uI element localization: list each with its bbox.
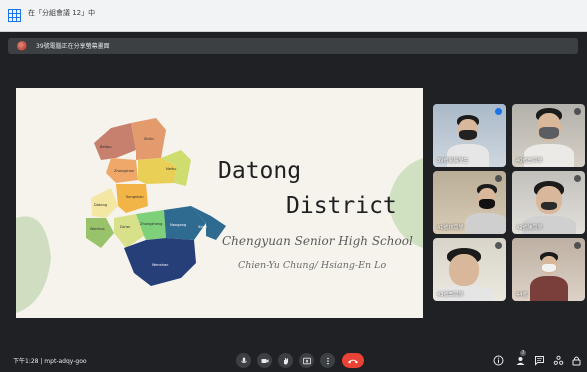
more-options-icon (326, 357, 329, 364)
district-label-xinyi: Xinyi (198, 225, 207, 229)
meeting-control-bar: 下午1:28 | mpt-adqy-goo 7 (0, 340, 587, 372)
shared-slide: Beitou Shilin Zhongshan Neihu Datong Son… (16, 88, 423, 318)
participant-tile[interactable]: 39號電腦學生 (433, 104, 506, 167)
participant-name: 41號林同學 (437, 225, 464, 231)
tab-bar: 在「分組會議 12」中 (0, 0, 587, 32)
district-label-nangang: Nangang (170, 223, 186, 227)
mic-off-icon (574, 108, 581, 115)
slide-school-name: Chengyuan Senior High School (222, 234, 413, 248)
participant-name: 42號陳同學 (516, 225, 543, 231)
mic-off-icon (574, 242, 581, 249)
participant-tile[interactable]: 43號李同學 (433, 238, 506, 301)
camera-button[interactable] (257, 353, 272, 368)
district-label-datong: Datong (94, 203, 107, 207)
more-options-icon[interactable] (495, 108, 502, 115)
participant-name: 40號王同學 (516, 158, 543, 164)
slide-authors: Chien-Yu Chung/ Hsiang-En Lo (238, 260, 387, 271)
slide-title-line2: District (286, 193, 397, 219)
present-icon (302, 357, 311, 364)
people-icon[interactable] (515, 355, 526, 366)
end-call-icon (348, 359, 358, 363)
taipei-district-map (86, 118, 226, 286)
participant-tile[interactable]: 40號王同學 (512, 104, 585, 167)
district-label-wanhua: Wanhua (90, 227, 105, 231)
district-label-neihu: Neihu (166, 167, 176, 171)
mic-off-icon (574, 175, 581, 182)
screen-share-banner-text: 39號電腦正在分享螢幕畫面 (36, 43, 110, 50)
participant-tile[interactable]: 41號林同學 (433, 171, 506, 234)
raise-hand-icon (283, 357, 288, 364)
participant-tile[interactable]: 44號 (512, 238, 585, 301)
district-label-songshan: Songshan (126, 195, 144, 199)
mic-icon (240, 357, 247, 363)
participant-name: 44號 (516, 292, 528, 298)
mic-off-icon (495, 242, 502, 249)
info-icon[interactable] (493, 355, 504, 366)
breakout-room-title[interactable]: 在「分組會議 12」中 (28, 8, 95, 18)
meeting-time-and-code: 下午1:28 | mpt-adqy-goo (13, 358, 87, 365)
mic-button[interactable] (236, 353, 251, 368)
present-button[interactable] (299, 353, 314, 368)
end-call-button[interactable] (342, 353, 364, 368)
district-label-zhongshan: Zhongshan (114, 169, 134, 173)
participant-name: 43號李同學 (437, 292, 464, 298)
grid-icon[interactable] (8, 9, 21, 22)
screen-share-avatar-icon (17, 41, 27, 51)
chat-icon[interactable] (534, 355, 545, 366)
mic-off-icon (495, 175, 502, 182)
participant-name: 39號電腦學生 (437, 158, 469, 164)
raise-hand-button[interactable] (278, 353, 293, 368)
more-options-button[interactable] (320, 353, 335, 368)
district-label-zhongzheng: Zhongzheng (140, 222, 162, 226)
left-leaf-decoration (16, 216, 51, 313)
camera-icon (261, 358, 268, 363)
slide-title-line1: Datong (218, 158, 302, 184)
district-label-wenshan: Wenshan (152, 263, 168, 267)
activities-icon[interactable] (553, 355, 564, 366)
participant-tile[interactable]: 42號陳同學 (512, 171, 585, 234)
district-label-shilin: Shilin (144, 137, 154, 141)
screen-share-banner: 39號電腦正在分享螢幕畫面 (8, 38, 578, 54)
district-label-beitou: Beitou (100, 145, 112, 149)
tab-bar-divider (0, 31, 587, 32)
district-label-daan: Da'an (120, 225, 130, 229)
lock-icon[interactable] (571, 355, 582, 366)
